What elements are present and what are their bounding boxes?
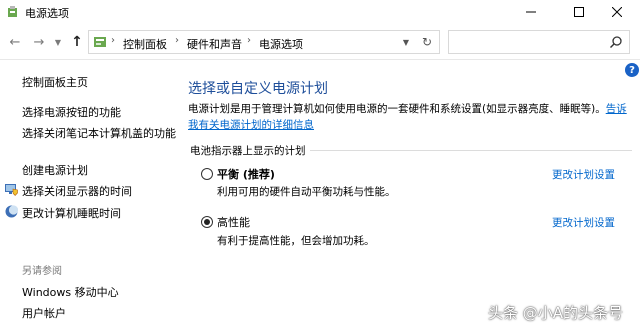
chevron-down-icon: ▼ bbox=[54, 37, 62, 47]
chevron-down-icon: ▼ bbox=[402, 37, 410, 47]
address-bar[interactable]: › 控制面板 › 硬件和声音 › 电源选项 ▼ ↻ bbox=[88, 30, 440, 54]
sidebar-item-create-plan[interactable]: 创建电源计划 bbox=[22, 162, 88, 178]
plan-high-performance-description: 有利于提高性能，但会增加功耗。 bbox=[217, 235, 375, 247]
page-title: 选择或自定义电源计划 bbox=[188, 81, 328, 97]
close-button[interactable] bbox=[594, 0, 640, 24]
refresh-icon: ↻ bbox=[421, 35, 433, 49]
plan-high-performance-radio[interactable] bbox=[201, 216, 213, 228]
forward-arrow-icon: → bbox=[33, 34, 45, 50]
help-icon: ? bbox=[629, 64, 635, 76]
address-dropdown-button[interactable]: ▼ bbox=[399, 34, 413, 50]
up-button[interactable]: ↑ bbox=[68, 33, 86, 51]
up-arrow-icon: ↑ bbox=[71, 34, 83, 50]
sidebar-item-power-button[interactable]: 选择电源按钮的功能 bbox=[22, 104, 121, 120]
plan-balanced-radio[interactable] bbox=[201, 168, 213, 180]
back-arrow-icon: ← bbox=[9, 34, 21, 50]
forward-button[interactable]: → bbox=[30, 33, 48, 51]
page-description: 电源计划是用于管理计算机如何使用电源的一套硬件和系统设置(如显示器亮度、睡眠等)… bbox=[188, 101, 632, 133]
group-divider bbox=[310, 150, 632, 151]
breadcrumb-power-options[interactable]: 电源选项 bbox=[259, 36, 303, 52]
sidebar-item-mobility-center[interactable]: Windows 移动中心 bbox=[22, 284, 119, 300]
plan-high-performance-change-settings-link[interactable]: 更改计划设置 bbox=[552, 215, 615, 230]
plan-balanced-change-settings-link[interactable]: 更改计划设置 bbox=[552, 167, 615, 182]
minimize-button[interactable] bbox=[508, 0, 554, 24]
group-label: 电池指示器上显示的计划 bbox=[190, 145, 306, 157]
control-panel-icon bbox=[94, 37, 106, 47]
monitor-shield-icon bbox=[5, 184, 18, 196]
breadcrumb-separator[interactable]: › bbox=[247, 35, 251, 46]
help-button[interactable]: ? bbox=[625, 63, 639, 77]
breadcrumb-separator[interactable]: › bbox=[175, 35, 179, 46]
window-title: 电源选项 bbox=[25, 7, 69, 20]
breadcrumb-separator[interactable]: › bbox=[111, 35, 115, 46]
search-icon bbox=[610, 36, 622, 48]
maximize-icon bbox=[574, 7, 584, 17]
moon-icon bbox=[5, 205, 18, 218]
sidebar-item-sleep-time[interactable]: 更改计算机睡眠时间 bbox=[22, 205, 121, 221]
plan-high-performance-name[interactable]: 高性能 bbox=[217, 214, 250, 230]
title-bar: 电源选项 bbox=[0, 0, 640, 24]
back-button[interactable]: ← bbox=[6, 33, 24, 51]
see-also-heading: 另请参阅 bbox=[22, 266, 62, 277]
plan-balanced-description: 利用可用的硬件自动平衡功耗与性能。 bbox=[217, 186, 396, 198]
sidebar: 控制面板主页 选择电源按钮的功能 选择关闭笔记本计算机盖的功能 创建电源计划 选… bbox=[0, 60, 176, 332]
sidebar-item-control-panel-home[interactable]: 控制面板主页 bbox=[22, 74, 88, 90]
sidebar-item-lid-close[interactable]: 选择关闭笔记本计算机盖的功能 bbox=[22, 125, 176, 141]
breadcrumb-hardware-sound[interactable]: 硬件和声音 bbox=[187, 36, 242, 52]
plan-balanced-name[interactable]: 平衡 (推荐) bbox=[217, 166, 275, 182]
sidebar-item-display-off[interactable]: 选择关闭显示器的时间 bbox=[22, 183, 132, 199]
refresh-button[interactable]: ↻ bbox=[419, 34, 435, 50]
search-input[interactable] bbox=[448, 30, 630, 54]
recent-locations-button[interactable]: ▼ bbox=[52, 33, 64, 51]
breadcrumb-control-panel[interactable]: 控制面板 bbox=[123, 36, 167, 52]
sidebar-item-user-accounts[interactable]: 用户帐户 bbox=[22, 305, 66, 321]
navigation-bar: ← → ▼ ↑ › 控制面板 › 硬件和声音 › 电源选项 ▼ ↻ bbox=[0, 26, 640, 60]
watermark: 头条 @小A的头条号 bbox=[488, 304, 624, 322]
description-text: 电源计划是用于管理计算机如何使用电源的一套硬件和系统设置(如显示器亮度、睡眠等)… bbox=[188, 103, 606, 115]
minimize-icon bbox=[526, 11, 536, 13]
close-icon bbox=[612, 7, 622, 17]
power-options-icon bbox=[8, 6, 17, 17]
